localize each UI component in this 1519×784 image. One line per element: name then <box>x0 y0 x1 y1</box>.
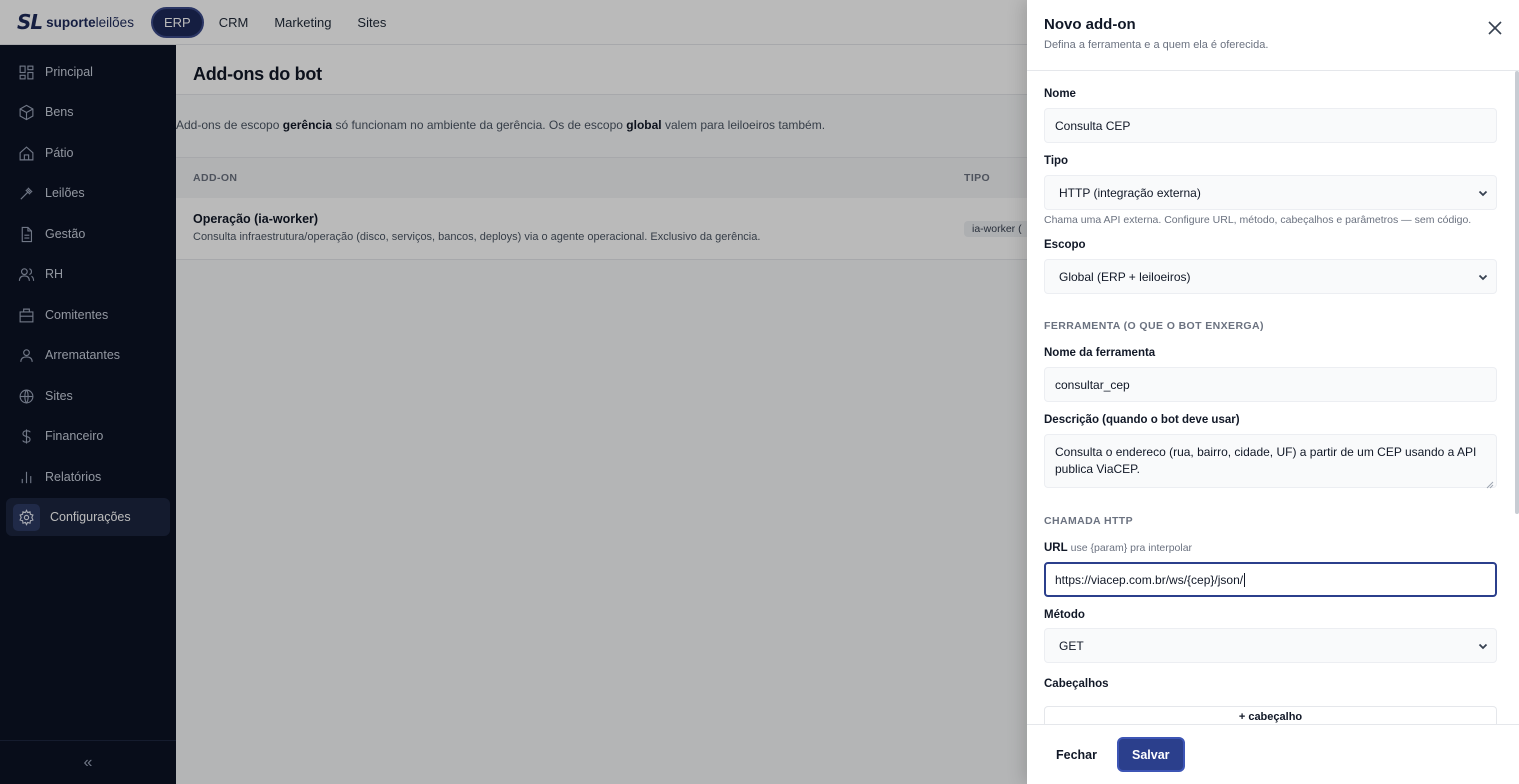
text-caret <box>1244 572 1246 587</box>
tool-name-input[interactable]: consultar_cep <box>1044 367 1497 402</box>
close-icon <box>1488 21 1502 35</box>
headers-label: Cabeçalhos <box>1044 678 1109 690</box>
chevron-down-icon <box>1478 190 1488 196</box>
close-drawer-button[interactable]: Fechar <box>1044 737 1109 772</box>
nome-label: Nome <box>1044 88 1076 100</box>
drawer-footer: Fechar Salvar <box>1027 724 1519 784</box>
description-label: Descrição (quando o bot deve usar) <box>1044 414 1240 426</box>
drawer-body[interactable]: Nome Consulta CEP Tipo HTTP (integração … <box>1027 71 1519 724</box>
chevron-down-icon <box>1478 643 1488 649</box>
resize-handle-icon[interactable] <box>1486 477 1494 489</box>
modal-backdrop[interactable] <box>0 0 1027 784</box>
url-label: URL use {param} pra interpolar <box>1044 542 1193 554</box>
section-ferramenta: FERRAMENTA (O QUE O BOT ENXERGA) <box>1044 320 1264 332</box>
url-input[interactable]: https://viacep.com.br/ws/{cep}/json/ <box>1044 562 1497 597</box>
drawer-subtitle: Defina a ferramenta e a quem ela é ofere… <box>1044 39 1269 51</box>
section-http: CHAMADA HTTP <box>1044 515 1133 527</box>
new-addon-drawer: Novo add-on Defina a ferramenta e a quem… <box>1027 0 1519 784</box>
tipo-label: Tipo <box>1044 155 1069 167</box>
tipo-help-text: Chama uma API externa. Configure URL, mé… <box>1044 214 1472 226</box>
close-button[interactable] <box>1485 18 1505 38</box>
method-select[interactable]: GET <box>1044 628 1497 663</box>
description-textarea[interactable]: Consulta o endereco (rua, bairro, cidade… <box>1044 434 1497 489</box>
escopo-label: Escopo <box>1044 239 1086 251</box>
method-label: Método <box>1044 609 1085 621</box>
chevron-down-icon <box>1478 274 1488 280</box>
url-hint: use {param} pra interpolar <box>1070 542 1193 554</box>
tipo-select[interactable]: HTTP (integração externa) <box>1044 175 1497 210</box>
tool-name-label: Nome da ferramenta <box>1044 347 1156 359</box>
escopo-select[interactable]: Global (ERP + leiloeiros) <box>1044 259 1497 294</box>
save-button[interactable]: Salvar <box>1117 737 1185 772</box>
nome-input[interactable]: Consulta CEP <box>1044 108 1497 143</box>
drawer-title: Novo add-on <box>1044 16 1136 33</box>
add-header-button[interactable]: + cabeçalho <box>1044 706 1497 724</box>
drawer-header: Novo add-on Defina a ferramenta e a quem… <box>1027 0 1519 71</box>
scrollbar[interactable] <box>1515 71 1519 514</box>
